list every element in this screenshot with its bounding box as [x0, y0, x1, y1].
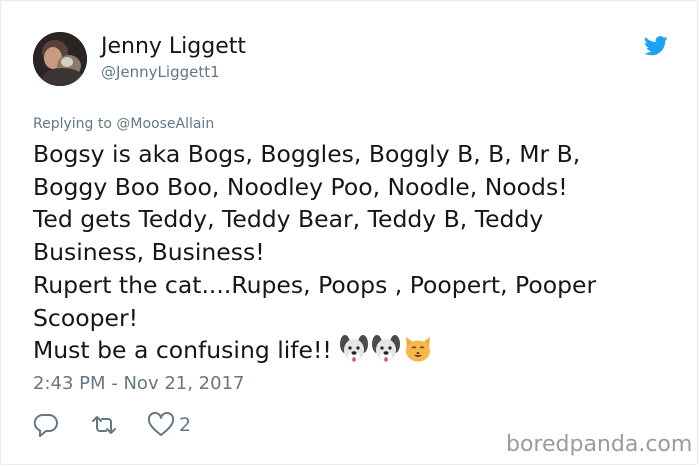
tweet-text: Bogsy is aka Bogs, Boggles, Boggly B, B,… [33, 138, 673, 367]
reply-button[interactable] [33, 411, 59, 439]
watermark: boredpanda.com [506, 432, 693, 457]
tweet-line: Business, Business! [33, 238, 265, 267]
tweet-line: Ted gets Teddy, Teddy Bear, Teddy B, Ted… [33, 205, 544, 234]
twitter-bird-icon[interactable] [644, 36, 668, 56]
tweet-line-last: Must be a confusing life!! [33, 334, 673, 367]
tweet-line-text: Must be a confusing life!! [33, 336, 332, 365]
tweet-line: Bogsy is aka Bogs, Boggles, Boggly B, B,… [33, 140, 581, 168]
heart-icon [147, 412, 175, 436]
cat-face-emoji-icon [406, 337, 431, 362]
tweet-card: Jenny Liggett @JennyLiggett1 Replying to… [0, 0, 698, 465]
tweet-line: Boggy Boo Boo, Noodley Poo, Noodle, Nood… [33, 172, 568, 201]
avatar[interactable] [33, 32, 87, 86]
tweet-line: Scooper! [33, 303, 139, 332]
tweet-timestamp[interactable]: 2:43 PM - Nov 21, 2017 [33, 373, 244, 394]
author-handle[interactable]: @JennyLiggett1 [101, 63, 220, 81]
retweet-icon [92, 416, 116, 434]
reply-icon [33, 413, 58, 437]
dog-face-emoji-icon [372, 335, 401, 362]
like-button[interactable]: 2 [147, 411, 191, 439]
retweet-button[interactable] [89, 411, 119, 439]
author-display-name[interactable]: Jenny Liggett [101, 34, 246, 59]
dog-face-emoji-icon [340, 335, 369, 362]
avatar-photo [33, 32, 87, 86]
like-count: 2 [179, 414, 192, 436]
tweet-line: Rupert the cat....Rupes, Poops , Poopert… [33, 270, 597, 299]
replying-to-label[interactable]: Replying to @MooseAllain [33, 116, 214, 132]
